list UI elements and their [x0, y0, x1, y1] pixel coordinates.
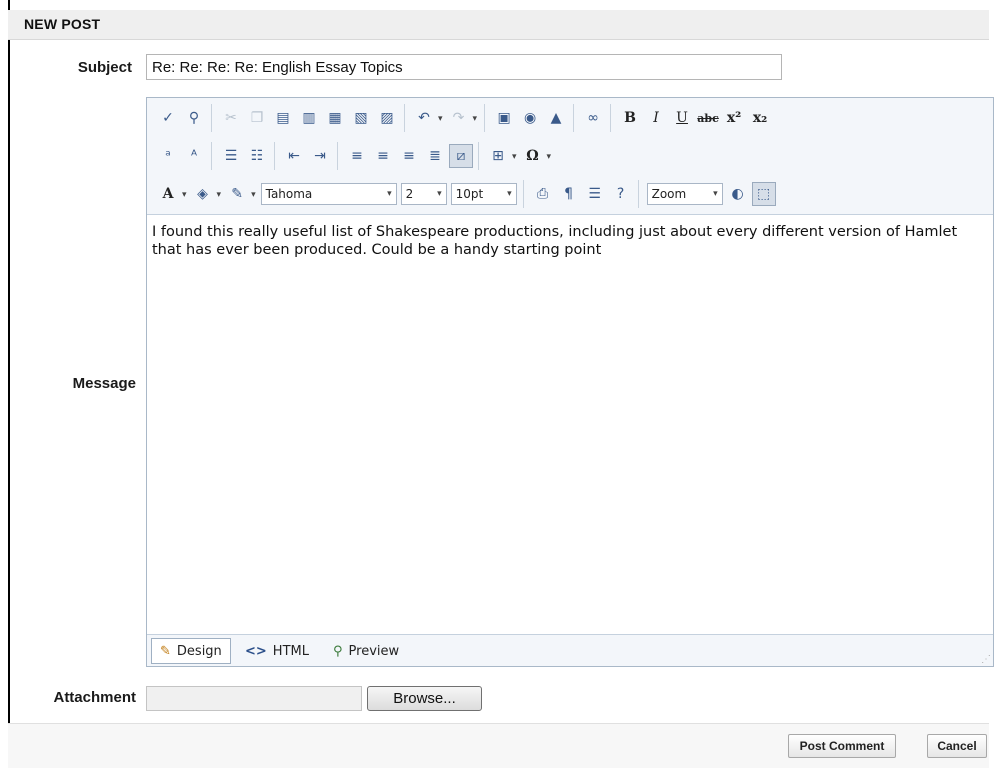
attachment-label: Attachment: [53, 689, 136, 706]
link-icon[interactable]: ∞: [581, 106, 605, 130]
tab-design[interactable]: ✎ Design: [151, 638, 231, 664]
magnifier-icon: ⚲: [333, 643, 343, 659]
tab-preview[interactable]: ⚲ Preview: [325, 638, 407, 664]
align-center-icon[interactable]: ≡: [371, 144, 395, 168]
toolbar-row-1: ✓ ⚲ ✂ ❐ ▤ ▥ ▦ ▧ ▨ ↶ ▾ ↷ ▾ ▣ ◉ ▲ ∞ B I U …: [151, 103, 779, 133]
point-size-dropdown-icon: ▾: [507, 189, 512, 199]
font-name-value: Tahoma: [265, 187, 313, 201]
align-left-icon[interactable]: ≡: [345, 144, 369, 168]
panel-title: NEW POST: [24, 16, 101, 32]
strikethrough-icon[interactable]: abc: [696, 106, 720, 130]
paste-special-icon[interactable]: ▨: [375, 106, 399, 130]
pencil-icon: ✎: [160, 643, 171, 659]
post-comment-button[interactable]: Post Comment: [788, 734, 896, 758]
help-icon[interactable]: ?: [609, 182, 633, 206]
paste-text-icon[interactable]: ▥: [297, 106, 321, 130]
indent-icon[interactable]: ⇥: [308, 144, 332, 168]
code-icon: <>: [245, 643, 267, 659]
to-uppercase-icon[interactable]: ᴬ: [182, 144, 206, 168]
stripper-dropdown-icon[interactable]: ▾: [251, 189, 256, 200]
tab-preview-label: Preview: [348, 643, 400, 659]
font-color-dropdown-icon[interactable]: ▾: [182, 189, 187, 200]
highlight-dropdown-icon[interactable]: ▾: [217, 189, 222, 200]
module-manager-icon[interactable]: ◐: [726, 182, 750, 206]
paste-word-icon[interactable]: ▦: [323, 106, 347, 130]
subscript-icon[interactable]: x₂: [748, 106, 772, 130]
zoom-value: Zoom: [651, 187, 687, 201]
copy-icon[interactable]: ❐: [245, 106, 269, 130]
bold-icon[interactable]: B: [618, 106, 642, 130]
tab-design-label: Design: [176, 643, 222, 659]
tab-html[interactable]: <> HTML: [237, 638, 317, 664]
zoom-dropdown-icon: ▾: [713, 189, 718, 199]
image-icon[interactable]: ▣: [492, 106, 516, 130]
cancel-button[interactable]: Cancel: [927, 734, 987, 758]
subject-input[interactable]: [146, 54, 782, 80]
outdent-icon[interactable]: ⇤: [282, 144, 306, 168]
to-lowercase-icon[interactable]: ᵃ: [156, 144, 180, 168]
symbol-dropdown-icon[interactable]: ▾: [547, 151, 552, 162]
editor-content[interactable]: I found this really useful list of Shake…: [152, 223, 988, 259]
zoom-select[interactable]: Zoom ▾: [646, 183, 723, 205]
font-size-value: 2: [405, 187, 414, 201]
font-name-select[interactable]: Tahoma ▾: [260, 183, 397, 205]
format-stripper-icon[interactable]: ✎: [225, 182, 249, 206]
toggle-border-icon[interactable]: ⬚: [751, 182, 776, 206]
undo-dropdown-icon[interactable]: ▾: [438, 113, 443, 124]
browse-button[interactable]: Browse...: [367, 686, 482, 711]
paste-icon[interactable]: ▤: [271, 106, 295, 130]
rich-text-editor: ✓ ⚲ ✂ ❐ ▤ ▥ ▦ ▧ ▨ ↶ ▾ ↷ ▾ ▣ ◉ ▲ ∞ B I U …: [146, 97, 994, 667]
table-dropdown-icon[interactable]: ▾: [512, 151, 517, 162]
italic-icon[interactable]: I: [644, 106, 668, 130]
undo-icon[interactable]: ↶: [412, 106, 436, 130]
numbered-list-icon[interactable]: ☰: [219, 144, 243, 168]
point-size-select[interactable]: 10pt ▾: [450, 183, 517, 205]
message-label: Message: [72, 375, 136, 392]
font-color-icon[interactable]: A: [156, 182, 180, 206]
paragraph-icon[interactable]: ¶: [557, 182, 581, 206]
form-footer: Post Comment Cancel: [8, 723, 989, 768]
font-size-dropdown-icon: ▾: [437, 189, 442, 199]
find-icon[interactable]: ⚲: [182, 106, 206, 130]
paste-html-icon[interactable]: ▧: [349, 106, 373, 130]
font-name-dropdown-icon: ▾: [387, 189, 392, 199]
horizontal-rule-icon[interactable]: ☰: [583, 182, 607, 206]
redo-dropdown-icon[interactable]: ▾: [473, 113, 478, 124]
table-icon[interactable]: ⊞: [486, 144, 510, 168]
point-size-value: 10pt: [455, 187, 484, 201]
tab-html-label: HTML: [272, 643, 309, 659]
justify-icon[interactable]: ≣: [423, 144, 447, 168]
underline-icon[interactable]: U: [670, 106, 694, 130]
redo-icon[interactable]: ↷: [447, 106, 471, 130]
highlight-color-icon[interactable]: ◈: [191, 182, 215, 206]
superscript-icon[interactable]: x²: [722, 106, 746, 130]
editor-mode-bar: ✎ Design <> HTML ⚲ Preview ⋰: [147, 634, 993, 666]
bullet-list-icon[interactable]: ☷: [245, 144, 269, 168]
subject-label: Subject: [77, 59, 132, 76]
toolbar-row-2: ᵃ ᴬ ☰ ☷ ⇤ ⇥ ≡ ≡ ≡ ≣ ⧄ ⊞ ▾ Ω ▾: [151, 141, 560, 171]
editor-toolbar: ✓ ⚲ ✂ ❐ ▤ ▥ ▦ ▧ ▨ ↶ ▾ ↷ ▾ ▣ ◉ ▲ ∞ B I U …: [147, 98, 993, 215]
resize-grip-icon[interactable]: ⋰: [981, 654, 991, 665]
flash-icon[interactable]: ▲: [544, 106, 568, 130]
toolbar-row-3: A ▾ ◈ ▾ ✎ ▾ Tahoma ▾ 2 ▾ 10pt ▾ ⎙ ¶ ☰ ? …: [151, 179, 783, 209]
spellcheck-icon[interactable]: ✓: [156, 106, 180, 130]
omega-icon[interactable]: Ω: [521, 144, 545, 168]
align-right-icon[interactable]: ≡: [397, 144, 421, 168]
cut-icon[interactable]: ✂: [219, 106, 243, 130]
panel-header: NEW POST: [8, 10, 989, 40]
font-size-select[interactable]: 2 ▾: [400, 183, 447, 205]
remove-alignment-icon[interactable]: ⧄: [449, 144, 473, 168]
print-icon[interactable]: ⎙: [531, 182, 555, 206]
media-icon[interactable]: ◉: [518, 106, 542, 130]
attachment-file-field[interactable]: [146, 686, 362, 711]
